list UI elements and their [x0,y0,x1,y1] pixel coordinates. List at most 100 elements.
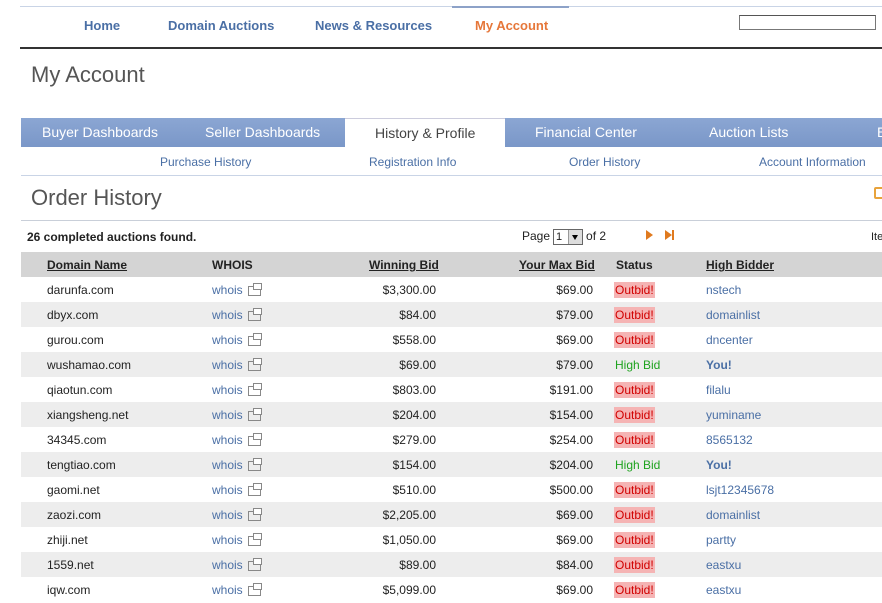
your-max-bid: $204.00 [549,458,593,472]
winning-bid: $89.00 [399,558,436,572]
winning-bid: $558.00 [392,333,436,347]
tab-auction-lists[interactable]: Auction Lists [709,124,788,140]
header-domain-name[interactable]: Domain Name [47,258,127,272]
page-label: Page [522,229,551,244]
domain-name: darunfa.com [47,283,114,297]
pager: Page 1 of 2 [522,229,606,245]
page-select[interactable]: 1 [553,229,584,245]
winning-bid: $84.00 [399,308,436,322]
whois-link[interactable]: whois [212,582,262,597]
external-window-icon [247,432,262,446]
header-winning-bid[interactable]: Winning Bid [369,258,439,272]
domain-name: iqw.com [47,583,91,597]
your-max-bid: $69.00 [556,583,593,597]
nav-my-account[interactable]: My Account [475,18,548,33]
subnav-account-information[interactable]: Account Information [759,155,866,169]
your-max-bid: $500.00 [549,483,593,497]
external-window-icon [247,457,262,471]
subnav-purchase-history[interactable]: Purchase History [160,155,251,169]
whois-link[interactable]: whois [212,307,262,322]
search-input[interactable] [739,15,876,30]
header-your-max-bid[interactable]: Your Max Bid [519,258,595,272]
high-bidder[interactable]: dncenter [706,333,753,347]
whois-link[interactable]: whois [212,532,262,547]
domain-name: qiaotun.com [47,383,113,397]
whois-link[interactable]: whois [212,382,262,397]
domain-name: gurou.com [47,333,104,347]
status-badge: Outbid! [614,507,655,523]
nav-domain-auctions[interactable]: Domain Auctions [168,18,274,33]
high-bidder: You! [706,358,732,372]
table-row: tengtiao.com whois $154.00 $204.00 High Bid Y… [21,452,882,477]
table-row: wushamao.com whois $69.00 $79.00 High Bid You… [21,352,882,377]
domain-name: tengtiao.com [47,458,116,472]
status-badge: Outbid! [614,382,655,398]
status-badge: Outbid! [614,432,655,448]
table-header: Domain Name WHOIS Winning Bid Your Max B… [21,252,882,277]
high-bidder[interactable]: 8565132 [706,433,753,447]
whois-label: whois [212,283,243,297]
high-bidder[interactable]: yuminame [706,408,761,422]
winning-bid: $5,099.00 [382,583,436,597]
whois-link[interactable]: whois [212,357,262,372]
whois-link[interactable]: whois [212,432,262,447]
nav-home[interactable]: Home [84,18,120,33]
active-nav-indicator [452,6,569,8]
winning-bid: $3,300.00 [382,283,436,297]
external-window-icon [247,507,262,521]
tab-financial-center[interactable]: Financial Center [535,124,637,140]
nav-news-resources[interactable]: News & Resources [315,18,432,33]
domain-name: 34345.com [47,433,107,447]
whois-label: whois [212,533,243,547]
whois-link[interactable]: whois [212,332,262,347]
external-window-icon [247,382,262,396]
tab-seller-dashboards[interactable]: Seller Dashboards [205,124,320,140]
status-badge: Outbid! [614,482,655,498]
high-bidder[interactable]: lsjt12345678 [706,483,774,497]
status-badge: Outbid! [614,557,655,573]
table-row: gurou.com whois $558.00 $69.00 Outbid! dncent… [21,327,882,352]
your-max-bid: $69.00 [556,533,593,547]
your-max-bid: $79.00 [556,358,593,372]
external-window-icon [247,532,262,546]
high-bidder[interactable]: partty [706,533,736,547]
items-per-page-label: Ite [871,231,882,243]
export-icon[interactable] [874,187,882,199]
subnav-registration-info[interactable]: Registration Info [369,155,456,169]
last-page-icon[interactable] [665,230,672,240]
your-max-bid: $254.00 [549,433,593,447]
header-high-bidder[interactable]: High Bidder [706,258,774,272]
whois-link[interactable]: whois [212,482,262,497]
high-bidder[interactable]: eastxu [706,558,741,572]
status-badge: Outbid! [614,282,655,298]
subnav-order-history[interactable]: Order History [569,155,640,169]
winning-bid: $204.00 [392,408,436,422]
high-bidder[interactable]: filalu [706,383,731,397]
your-max-bid: $84.00 [556,558,593,572]
tab-partial[interactable]: E [877,124,882,140]
order-history-table: Domain Name WHOIS Winning Bid Your Max B… [21,252,882,602]
winning-bid: $154.00 [392,458,436,472]
high-bidder[interactable]: domainlist [706,308,760,322]
chevron-down-icon [568,230,583,244]
winning-bid: $279.00 [392,433,436,447]
high-bidder[interactable]: nstech [706,283,741,297]
whois-link[interactable]: whois [212,507,262,522]
tab-history-profile[interactable]: History & Profile [345,118,506,148]
whois-link[interactable]: whois [212,557,262,572]
high-bidder[interactable]: eastxu [706,583,741,597]
whois-link[interactable]: whois [212,407,262,422]
whois-label: whois [212,583,243,597]
next-page-icon[interactable] [646,230,653,240]
whois-label: whois [212,508,243,522]
table-row: iqw.com whois $5,099.00 $69.00 Outbid! eastxu [21,577,882,602]
external-window-icon [247,332,262,346]
whois-link[interactable]: whois [212,457,262,472]
tab-buyer-dashboards[interactable]: Buyer Dashboards [42,124,158,140]
whois-link[interactable]: whois [212,282,262,297]
high-bidder[interactable]: domainlist [706,508,760,522]
table-row: dbyx.com whois $84.00 $79.00 Outbid! domainli… [21,302,882,327]
header-whois: WHOIS [212,258,253,272]
external-window-icon [247,557,262,571]
domain-name: 1559.net [47,558,94,572]
